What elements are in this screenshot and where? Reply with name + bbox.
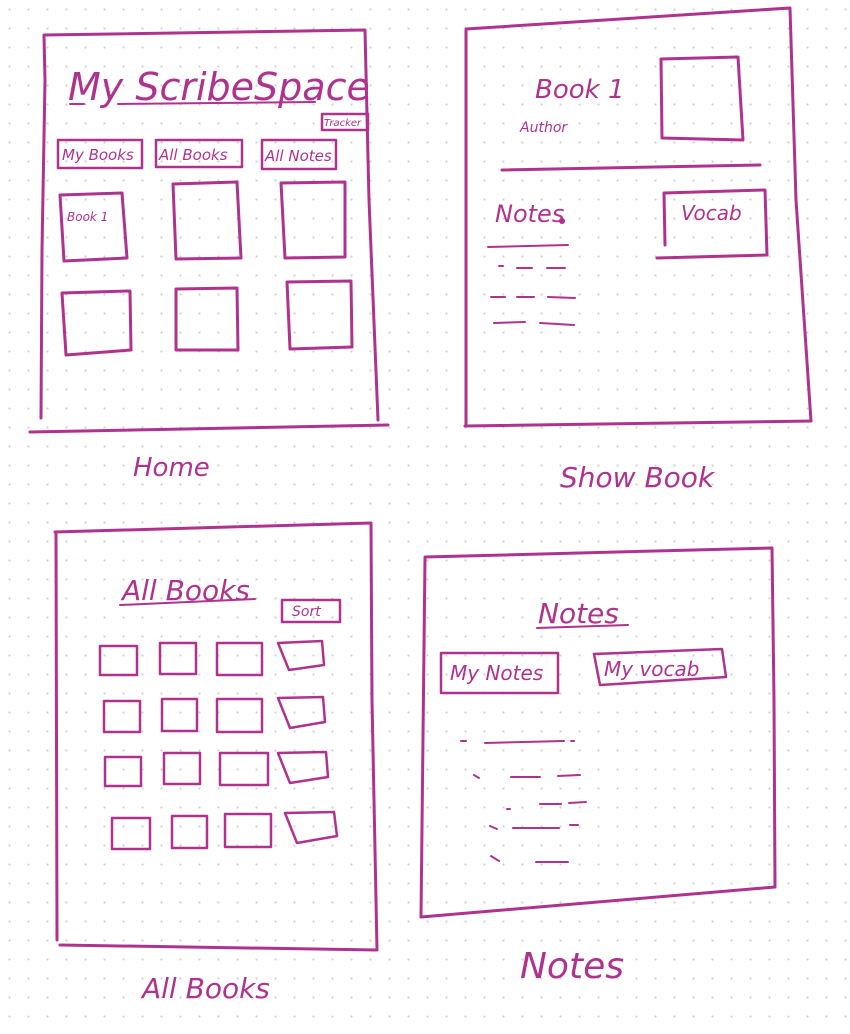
vocab-label: Vocab [681, 201, 742, 225]
book-card[interactable] [58, 191, 129, 263]
notes-add-dot[interactable] [559, 218, 565, 224]
book-thumbnail[interactable] [162, 751, 202, 786]
all-books-caption: All Books [140, 972, 270, 1005]
book-thumbnail[interactable] [160, 697, 199, 733]
book-thumbnail[interactable] [218, 751, 270, 787]
book-thumbnail[interactable] [170, 814, 209, 850]
book-card[interactable] [279, 180, 347, 260]
book-card[interactable] [174, 286, 240, 352]
book-thumbnail[interactable] [110, 816, 152, 851]
book-thumbnail[interactable] [215, 697, 264, 734]
tab-my-vocab-label: My vocab [604, 657, 699, 681]
notes-line [490, 296, 576, 299]
book-header-divider [500, 163, 762, 172]
nav-all-notes-label: All Notes [264, 147, 332, 165]
book-thumbnail[interactable] [98, 644, 139, 677]
book-cover-image [659, 55, 745, 142]
notes-list-line [473, 774, 581, 779]
notes-line [493, 321, 575, 326]
home-caption: Home [133, 453, 210, 483]
book-title: Book 1 [535, 75, 625, 105]
book-thumbnail[interactable] [276, 750, 330, 785]
notes-list-line [506, 801, 587, 810]
book-thumbnail[interactable] [223, 812, 273, 849]
book-card-label: Book 1 [67, 210, 108, 224]
book-thumbnail[interactable] [283, 810, 339, 845]
book-card[interactable] [60, 289, 133, 357]
book-thumbnail[interactable] [215, 641, 264, 677]
all-books-wireframe: All Books Sort All Books [53, 521, 379, 1005]
sort-button-label: Sort [292, 604, 321, 620]
notes-list-line [490, 855, 569, 863]
book-thumbnail[interactable] [276, 695, 327, 730]
book-thumbnail[interactable] [103, 755, 143, 788]
notes-heading: Notes [495, 200, 564, 228]
notes-caption: Notes [520, 946, 624, 987]
wireframe-sketch: My ScribeSpace Tracker My Books All Book… [28, 6, 813, 1005]
tab-my-notes-label: My Notes [450, 661, 543, 685]
nav-my-books-label: My Books [62, 146, 134, 164]
notes-line [487, 244, 569, 248]
show-book-caption: Show Book [560, 461, 716, 494]
tracker-button-label: Tracker [324, 118, 362, 129]
book-card[interactable] [171, 180, 243, 261]
show-book-wireframe: Book 1 Author Notes Vocab Show Book [463, 6, 813, 494]
book-thumbnail[interactable] [102, 699, 142, 734]
book-thumbnail[interactable] [158, 641, 198, 676]
notes-wireframe: Notes My Notes My vocab Notes [419, 546, 777, 987]
notes-list-line [489, 824, 579, 830]
book-card[interactable] [285, 279, 354, 351]
home-wireframe: My ScribeSpace Tracker My Books All Book… [28, 28, 390, 483]
notes-line [498, 265, 566, 269]
book-thumbnail[interactable] [276, 639, 326, 672]
nav-all-books-label: All Books [158, 146, 228, 164]
book-author: Author [519, 120, 568, 136]
notes-list-line [460, 740, 575, 744]
